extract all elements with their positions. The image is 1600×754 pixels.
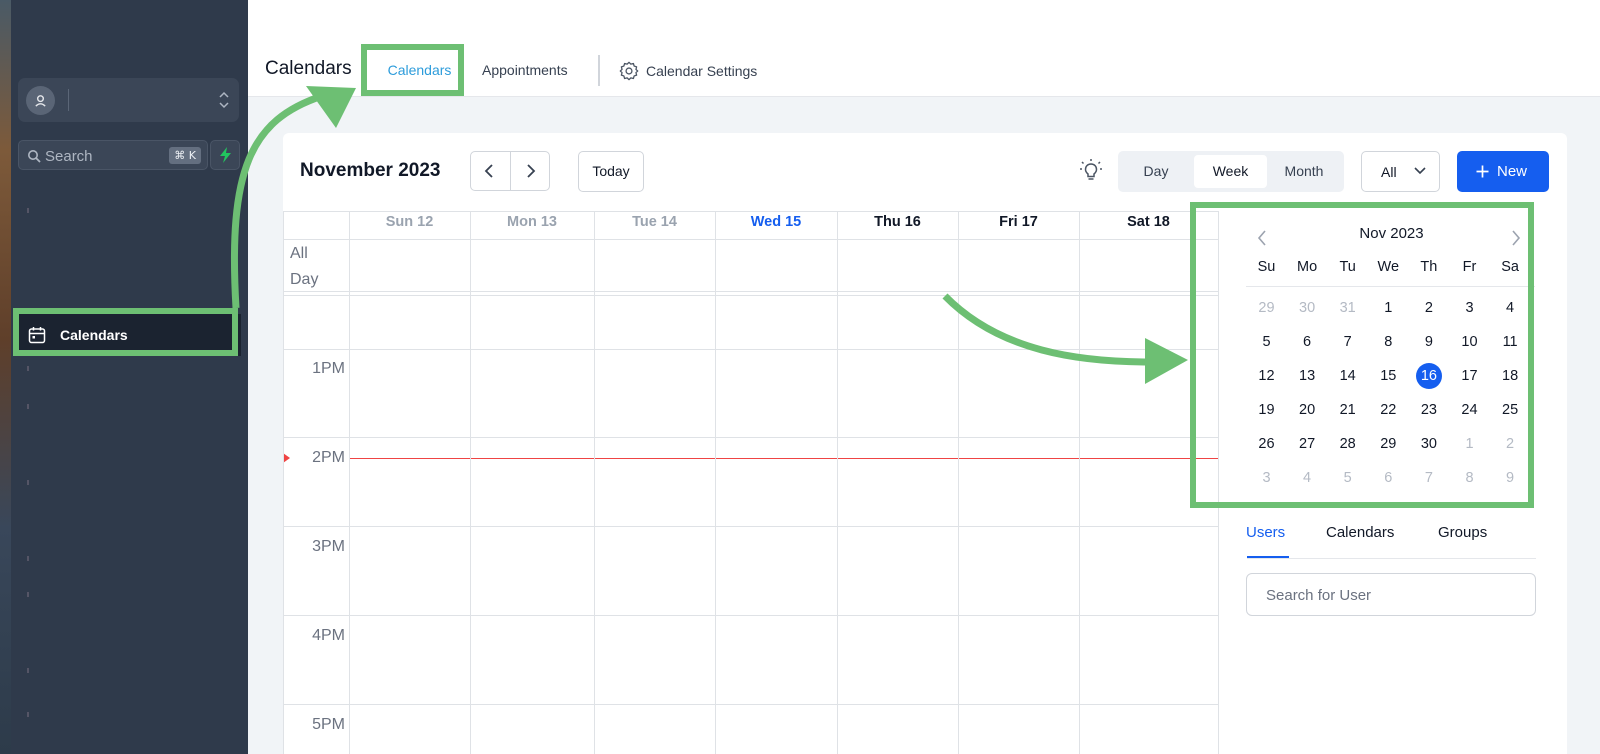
- arrowhead-right-icon: [1145, 338, 1188, 384]
- annotation-arrows: [230, 86, 1188, 384]
- arrowhead-up-icon: [306, 86, 356, 128]
- arrow-to-mini-calendar: [942, 293, 1151, 366]
- arrow-to-tab: [230, 92, 324, 309]
